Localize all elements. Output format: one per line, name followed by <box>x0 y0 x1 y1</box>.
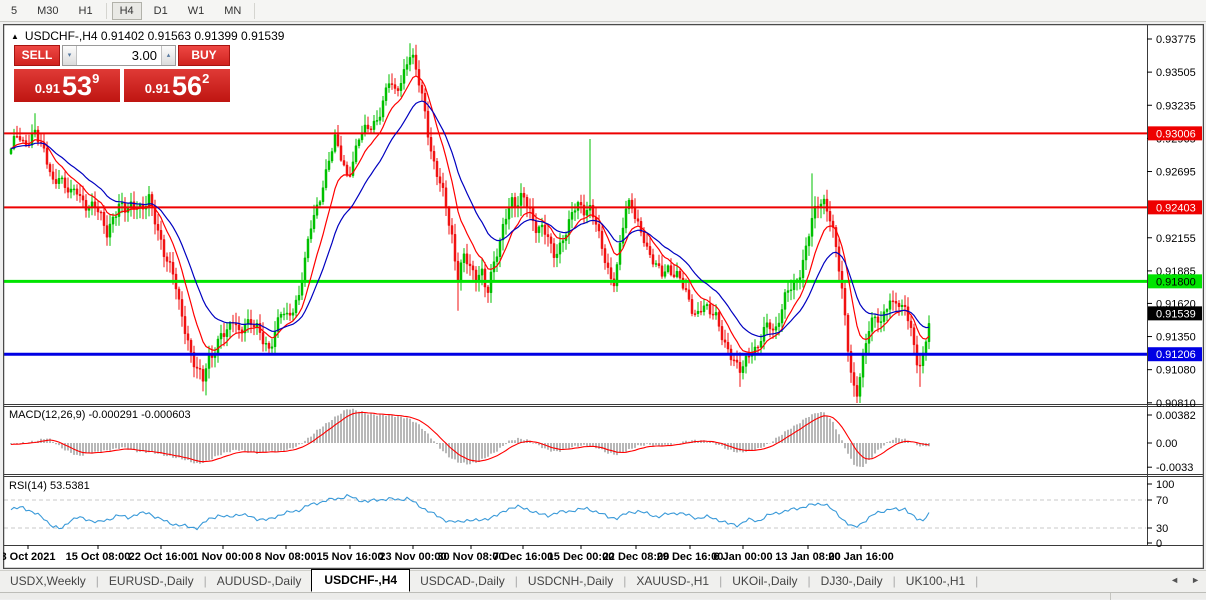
sell-button[interactable]: SELL <box>14 45 60 66</box>
svg-text:20 Jan 16:00: 20 Jan 16:00 <box>828 551 893 563</box>
svg-text:8 Oct 2021: 8 Oct 2021 <box>3 551 56 563</box>
svg-text:0.91539: 0.91539 <box>1156 308 1196 320</box>
volume-increase-button[interactable]: ▴ <box>161 46 175 65</box>
svg-text:0.93775: 0.93775 <box>1156 34 1196 46</box>
svg-text:0.91080: 0.91080 <box>1156 365 1196 377</box>
svg-text:0.00: 0.00 <box>1156 438 1177 450</box>
svg-text:0: 0 <box>1156 538 1162 550</box>
svg-text:0.90810: 0.90810 <box>1156 398 1196 410</box>
volume-stepper: ▾ 3.00 ▴ <box>62 45 176 66</box>
chart-window: 0.937750.935050.932350.929650.926950.921… <box>3 24 1204 569</box>
toolbar-separator <box>105 2 107 19</box>
tab-uk100-h1[interactable]: UK100-,H1 <box>896 571 975 592</box>
macd-indicator-label: MACD(12,26,9) -0.000291 -0.000603 <box>9 409 191 421</box>
sell-price-point: 9 <box>92 71 100 86</box>
svg-text:-0.0033: -0.0033 <box>1156 462 1193 474</box>
svg-text:0.92155: 0.92155 <box>1156 233 1196 245</box>
svg-text:30: 30 <box>1156 523 1168 535</box>
timeframe-button-mn[interactable]: MN <box>216 2 249 20</box>
volume-decrease-button[interactable]: ▾ <box>63 46 77 65</box>
svg-text:22 Oct 16:00: 22 Oct 16:00 <box>129 551 194 563</box>
svg-text:15 Oct 08:00: 15 Oct 08:00 <box>66 551 131 563</box>
toolbar-separator <box>254 2 256 19</box>
tab-dj30-daily[interactable]: DJ30-,Daily <box>811 571 893 592</box>
svg-text:100: 100 <box>1156 479 1174 491</box>
volume-input[interactable]: 3.00 <box>77 46 161 65</box>
svg-text:0.00382: 0.00382 <box>1156 410 1196 422</box>
svg-text:0.93235: 0.93235 <box>1156 100 1196 112</box>
svg-text:0.92695: 0.92695 <box>1156 167 1196 179</box>
tab-separator: | <box>975 574 979 588</box>
svg-text:0.91350: 0.91350 <box>1156 332 1196 344</box>
tab-xauusd-h1[interactable]: XAUUSD-,H1 <box>626 571 719 592</box>
rsi-indicator-label: RSI(14) 53.5381 <box>9 480 90 492</box>
svg-text:7 Dec 16:00: 7 Dec 16:00 <box>493 551 554 563</box>
buy-button[interactable]: BUY <box>178 45 230 66</box>
tab-usdcad-daily[interactable]: USDCAD-,Daily <box>410 571 515 592</box>
sell-price-display[interactable]: 0.91 53 9 <box>14 69 120 102</box>
status-bar <box>0 592 1206 600</box>
panel-collapse-icon[interactable]: ▲ <box>11 32 19 41</box>
timeframe-toolbar: 5 M30 H1 H4 D1 W1 MN <box>0 0 1206 22</box>
tab-scroll-controls: ◄ ► <box>1170 575 1200 585</box>
chart-symbol-ohlc: USDCHF-,H4 0.91402 0.91563 0.91399 0.915… <box>24 29 285 43</box>
svg-text:70: 70 <box>1156 495 1168 507</box>
tab-usdchf-h4[interactable]: USDCHF-,H4 <box>311 569 411 592</box>
tab-scroll-right-icon[interactable]: ► <box>1191 575 1200 585</box>
tab-ukoil-daily[interactable]: UKOil-,Daily <box>722 571 807 592</box>
svg-text:0.92403: 0.92403 <box>1156 202 1196 214</box>
tab-scroll-left-icon[interactable]: ◄ <box>1170 575 1179 585</box>
sell-price-base: 0.91 <box>34 81 61 96</box>
tab-eurusd-daily[interactable]: EURUSD-,Daily <box>99 571 204 592</box>
timeframe-button-m5[interactable]: 5 <box>3 2 25 20</box>
timeframe-button-h1[interactable]: H1 <box>71 2 101 20</box>
svg-text:0.93006: 0.93006 <box>1156 128 1196 140</box>
tab-audusd-daily[interactable]: AUDUSD-,Daily <box>207 571 312 592</box>
one-click-trade-panel: SELL ▾ 3.00 ▴ BUY 0.91 53 9 0.91 56 2 <box>14 45 230 102</box>
svg-text:0.93505: 0.93505 <box>1156 67 1196 79</box>
tab-usdx-weekly[interactable]: USDX,Weekly <box>0 571 96 592</box>
buy-price-display[interactable]: 0.91 56 2 <box>124 69 230 102</box>
svg-text:0.91800: 0.91800 <box>1156 276 1196 288</box>
timeframe-button-h4[interactable]: H4 <box>111 1 142 20</box>
timeframe-button-m30[interactable]: M30 <box>29 2 66 20</box>
chart-tab-bar: USDX,Weekly | EURUSD-,Daily | AUDUSD-,Da… <box>0 569 1206 592</box>
timeframe-button-d1[interactable]: D1 <box>146 2 176 20</box>
timeframe-button-w1[interactable]: W1 <box>180 2 213 20</box>
svg-text:6 Jan 00:00: 6 Jan 00:00 <box>713 551 772 563</box>
svg-text:15 Nov 16:00: 15 Nov 16:00 <box>316 551 383 563</box>
buy-price-base: 0.91 <box>144 81 171 96</box>
price-chart-canvas[interactable]: 0.937750.935050.932350.929650.926950.921… <box>3 24 1204 569</box>
svg-text:0.91206: 0.91206 <box>1156 349 1196 361</box>
chart-title: ▲ USDCHF-,H4 0.91402 0.91563 0.91399 0.9… <box>11 29 284 43</box>
svg-text:1 Nov 00:00: 1 Nov 00:00 <box>192 551 253 563</box>
buy-price-pips: 56 <box>172 71 203 101</box>
tab-usdcnh-daily[interactable]: USDCNH-,Daily <box>518 571 623 592</box>
sell-price-pips: 53 <box>62 71 93 101</box>
svg-text:8 Nov 08:00: 8 Nov 08:00 <box>255 551 316 563</box>
buy-price-point: 2 <box>202 71 210 86</box>
